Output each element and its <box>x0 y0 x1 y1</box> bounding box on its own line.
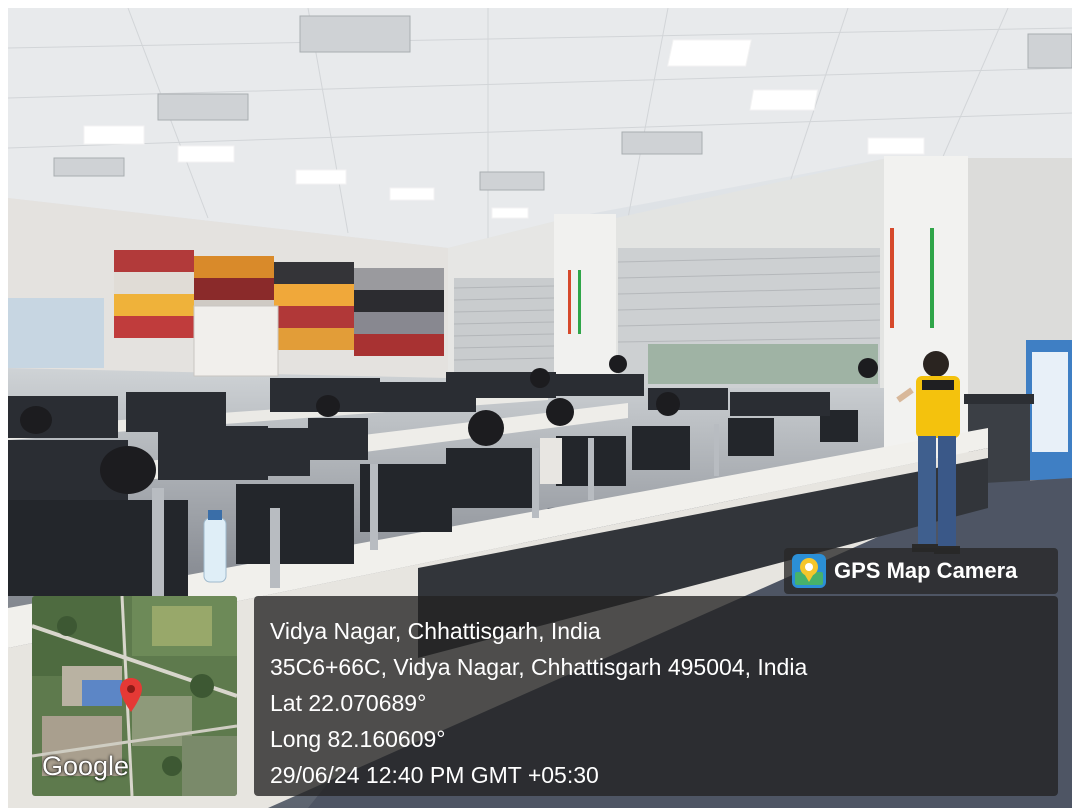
datetime-line: 29/06/24 12:40 PM GMT +05:30 <box>270 762 599 788</box>
location-info-panel: Vidya Nagar, Chhattisgarh, India 35C6+66… <box>254 596 1058 796</box>
longitude-line: Long 82.160609° <box>270 726 446 752</box>
gps-map-camera-badge: GPS Map Camera <box>784 548 1058 594</box>
app-name: GPS Map Camera <box>834 558 1018 583</box>
address-line: 35C6+66C, Vidya Nagar, Chhattisgarh 4950… <box>270 654 808 680</box>
top-margin <box>0 0 1073 8</box>
location-pin-icon <box>120 678 142 712</box>
map-pin-icon <box>792 554 826 588</box>
classroom-photo: GPS Map Camera Google Vidya Nagar, Chhat… <box>8 8 1072 808</box>
map-thumbnail: Google <box>32 596 237 796</box>
map-provider-logo: Google <box>42 751 130 781</box>
location-title: Vidya Nagar, Chhattisgarh, India <box>270 618 601 644</box>
latitude-line: Lat 22.070689° <box>270 690 427 716</box>
